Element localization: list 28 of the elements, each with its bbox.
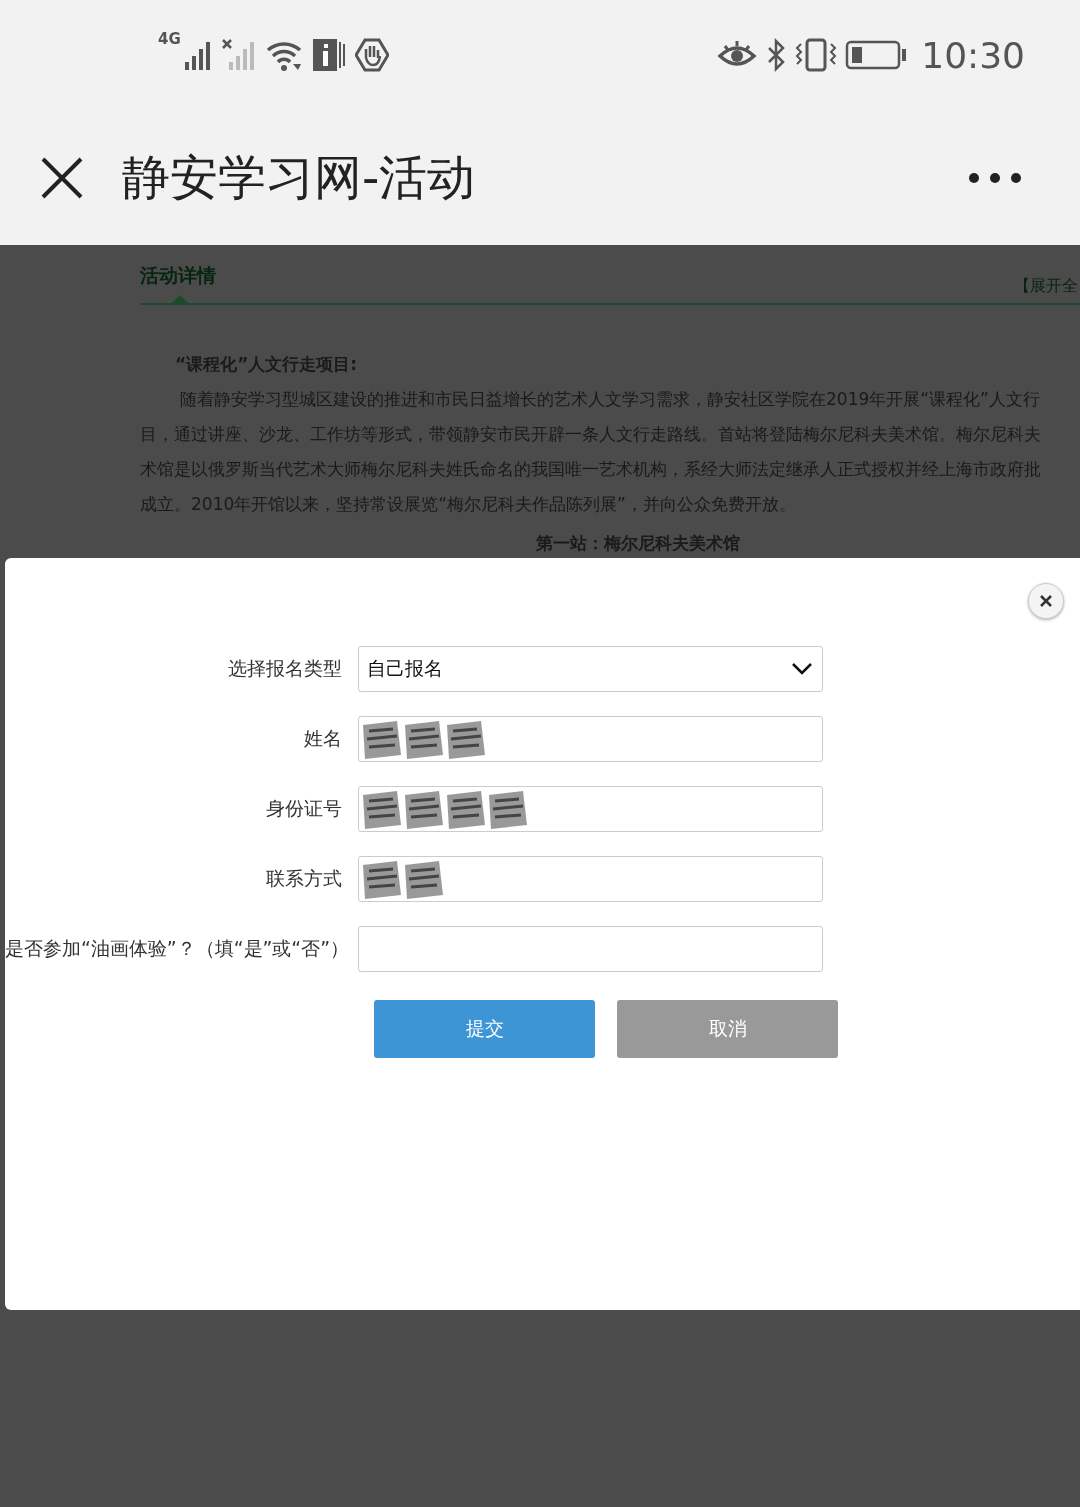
vibrate-icon: [795, 38, 838, 72]
cancel-button[interactable]: 取消: [617, 1000, 838, 1058]
chevron-down-icon: [792, 663, 812, 675]
window-title: 静安学习网-活动: [122, 147, 477, 207]
no-signal-icon: [220, 38, 257, 72]
input-field[interactable]: [358, 716, 823, 762]
close-icon: [1040, 595, 1052, 607]
close-button[interactable]: [1028, 583, 1064, 619]
type-dropdown[interactable]: 自己报名: [358, 646, 823, 692]
dropdown-value: 自己报名: [367, 656, 443, 681]
input-field[interactable]: [358, 926, 823, 972]
field-label: 姓名: [303, 726, 343, 751]
field-label: 身份证号: [265, 796, 343, 821]
info-icon: [312, 38, 347, 72]
clock-time: 10:30: [921, 34, 1025, 76]
close-icon: [40, 155, 84, 200]
network-label: 4G: [158, 30, 181, 48]
field-label: 是否参加“油画体验”？（填“是”或“否”）: [5, 936, 351, 961]
input-field[interactable]: [358, 786, 823, 832]
field-label: 选择报名类型: [227, 656, 343, 681]
hand-stop-icon: [354, 38, 389, 72]
submit-button[interactable]: 提交: [374, 1000, 595, 1058]
details-tab[interactable]: 活动详情: [140, 263, 216, 303]
input-field[interactable]: [358, 856, 823, 902]
more-menu-icon: [968, 171, 1022, 184]
expand-link[interactable]: 【展开全: [1014, 276, 1078, 303]
battery-icon: [845, 40, 908, 70]
field-label: 联系方式: [265, 866, 343, 891]
